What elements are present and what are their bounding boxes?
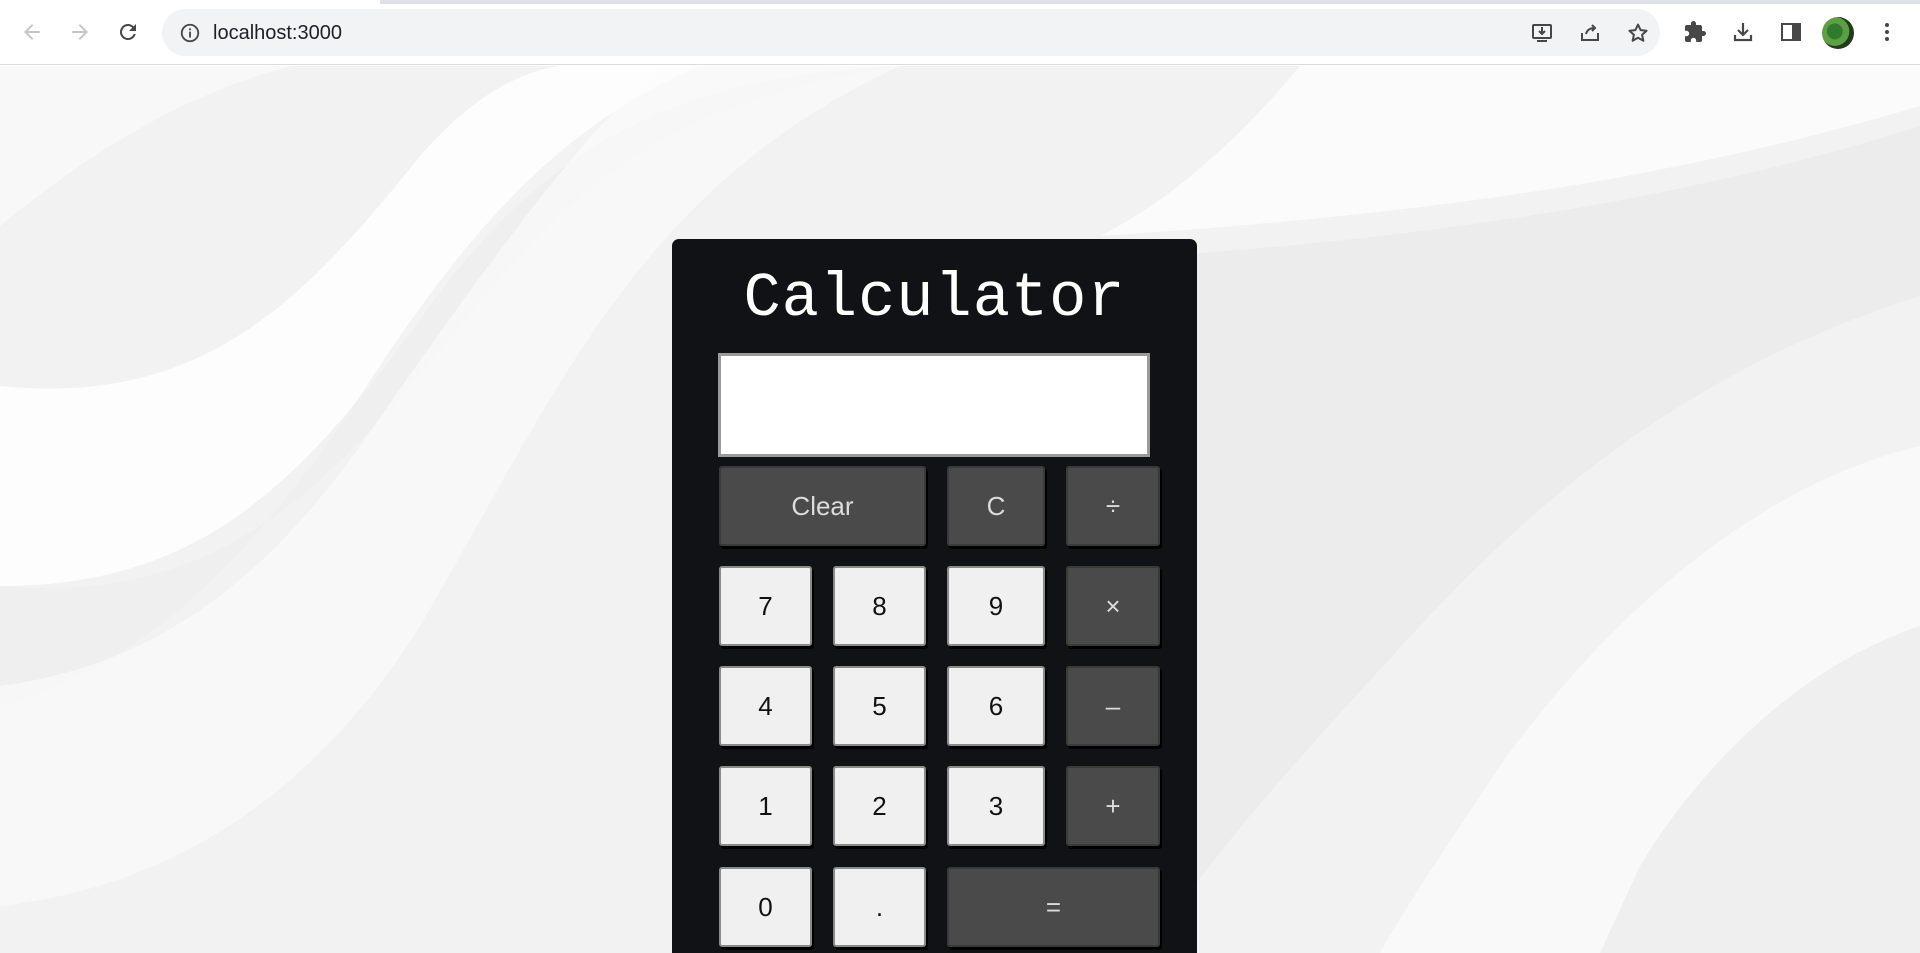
calculator-display[interactable] <box>718 353 1150 457</box>
key-6[interactable]: 6 <box>947 666 1045 746</box>
star-icon[interactable] <box>1626 21 1650 45</box>
clear-button[interactable]: Clear <box>719 466 926 546</box>
browser-toolbar: localhost:3000 <box>0 0 1920 65</box>
share-icon[interactable] <box>1578 21 1602 45</box>
kebab-menu-icon[interactable] <box>1873 18 1901 46</box>
reload-icon <box>119 23 136 40</box>
install-icon[interactable] <box>1530 21 1554 45</box>
key-4[interactable]: 4 <box>719 666 812 746</box>
divide-button[interactable]: ÷ <box>1066 466 1160 546</box>
calculator: Calculator Clear C ÷ 7 8 9 × 4 5 6 – 1 2… <box>672 239 1197 953</box>
multiply-button[interactable]: × <box>1066 566 1160 646</box>
address-bar[interactable]: localhost:3000 <box>162 9 1660 56</box>
subtract-button[interactable]: – <box>1066 666 1160 746</box>
download-icon[interactable] <box>1729 18 1757 46</box>
arrow-right-icon <box>72 24 88 40</box>
side-panel-icon[interactable] <box>1777 18 1805 46</box>
key-1[interactable]: 1 <box>719 766 812 846</box>
add-button[interactable]: + <box>1066 766 1160 846</box>
back-button[interactable] <box>13 13 51 51</box>
page-background: Calculator Clear C ÷ 7 8 9 × 4 5 6 – 1 2… <box>0 66 1920 953</box>
tab-strip <box>380 0 1920 4</box>
puzzle-icon[interactable] <box>1681 18 1709 46</box>
key-9[interactable]: 9 <box>947 566 1045 646</box>
equals-button[interactable]: = <box>947 867 1160 947</box>
forward-button[interactable] <box>61 13 99 51</box>
key-7[interactable]: 7 <box>719 566 812 646</box>
backspace-button[interactable]: C <box>947 466 1045 546</box>
key-3[interactable]: 3 <box>947 766 1045 846</box>
url-text[interactable]: localhost:3000 <box>213 21 342 45</box>
key-8[interactable]: 8 <box>833 566 926 646</box>
profile-avatar[interactable] <box>1822 17 1854 49</box>
arrow-left-icon <box>24 24 40 40</box>
calculator-title: Calculator <box>743 263 1126 334</box>
key-2[interactable]: 2 <box>833 766 926 846</box>
key-5[interactable]: 5 <box>833 666 926 746</box>
decimal-button[interactable]: . <box>833 867 926 947</box>
info-icon[interactable] <box>178 21 202 45</box>
key-0[interactable]: 0 <box>719 867 812 947</box>
reload-button[interactable] <box>109 13 147 51</box>
